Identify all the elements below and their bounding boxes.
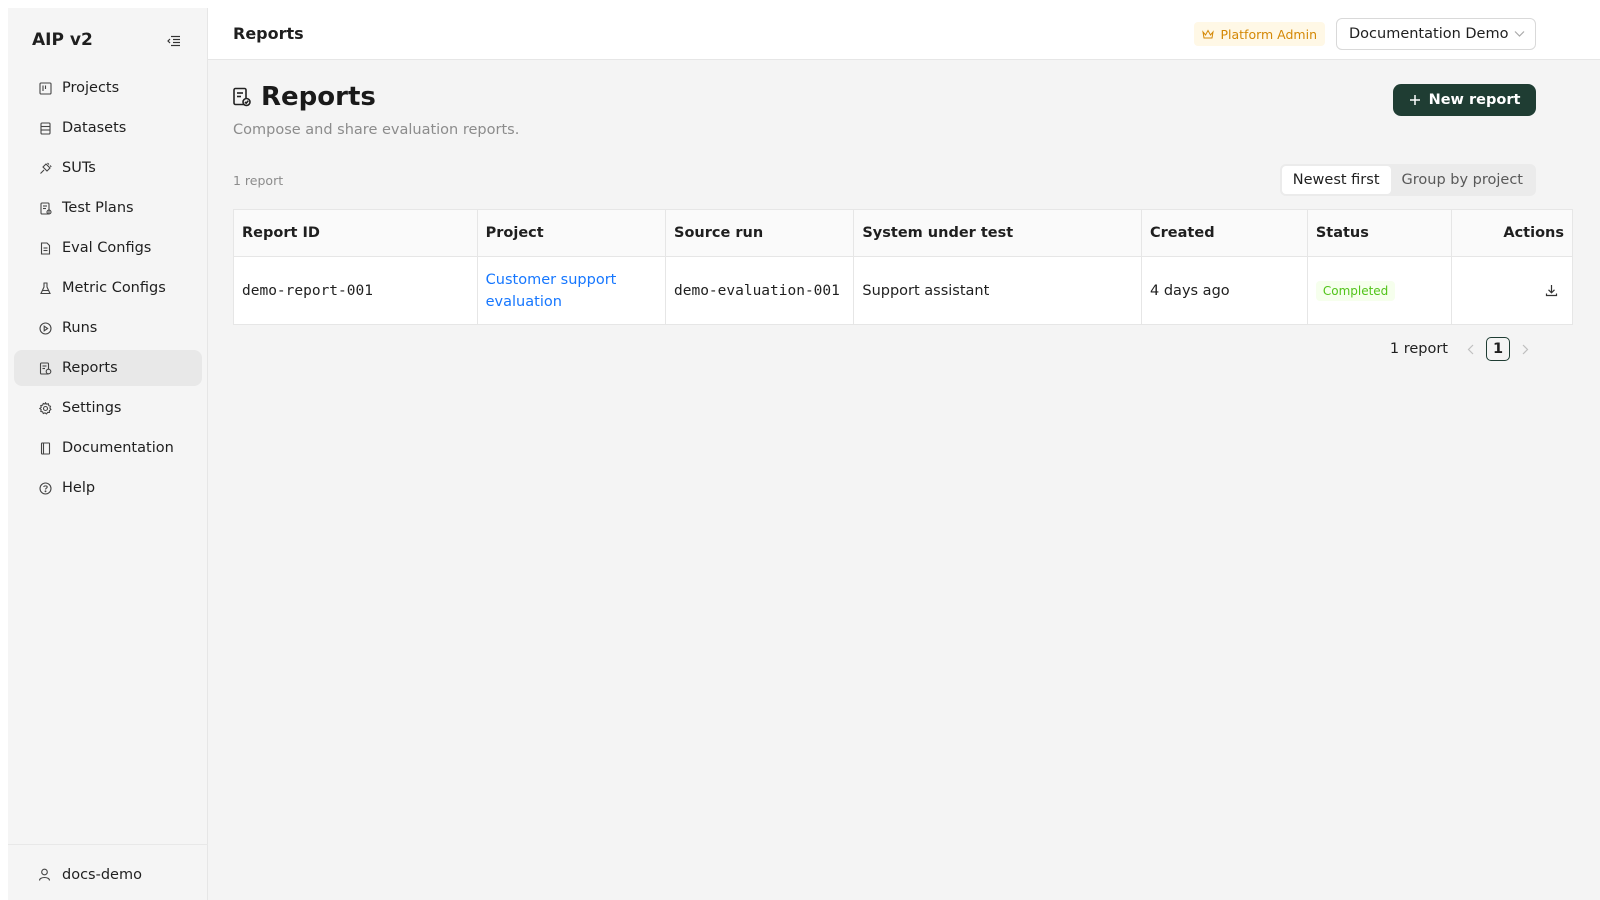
chevron-left-icon	[1467, 344, 1474, 354]
page-subtitle: Compose and share evaluation reports.	[233, 122, 520, 138]
sidebar-item-label: Settings	[62, 400, 122, 416]
sidebar-item-label: Reports	[62, 360, 118, 376]
sidebar-item-label: Eval Configs	[62, 240, 152, 256]
sidebar-item-label: Documentation	[62, 440, 174, 456]
sidebar-item-label: SUTs	[62, 160, 96, 176]
flask-icon	[38, 281, 52, 295]
column-header-created[interactable]: Created	[1141, 209, 1308, 257]
user-icon	[38, 868, 52, 882]
sidebar-item-runs[interactable]: Runs	[14, 310, 202, 346]
workspace-select-value: Documentation Demo	[1349, 26, 1509, 42]
next-page-button[interactable]	[1514, 344, 1536, 355]
sort-group-by-project[interactable]: Group by project	[1391, 166, 1534, 194]
status-badge: Completed	[1315, 280, 1396, 301]
sidebar-item-suts[interactable]: SUTs	[14, 150, 202, 186]
database-icon	[38, 121, 52, 135]
collapse-sidebar-button[interactable]	[163, 30, 185, 52]
crown-icon	[1202, 28, 1215, 40]
top-bar: Reports Platform Admin Documentation Dem…	[208, 8, 1600, 60]
role-badge-label: Platform Admin	[1220, 26, 1317, 42]
sidebar-item-label: Metric Configs	[62, 280, 166, 296]
sidebar: AIP v2 Projects Datasets SUTs Test Plans…	[8, 8, 208, 900]
app-name: AIP v2	[32, 30, 93, 50]
prev-page-button[interactable]	[1460, 344, 1482, 355]
sidebar-item-datasets[interactable]: Datasets	[14, 110, 202, 146]
column-header-actions: Actions	[1451, 209, 1573, 257]
sidebar-item-test-plans[interactable]: Test Plans	[14, 190, 202, 226]
new-report-button[interactable]: New report	[1393, 84, 1536, 116]
sidebar-item-metric-configs[interactable]: Metric Configs	[14, 270, 202, 306]
username: docs-demo	[62, 866, 142, 883]
table-header-row: Report ID Project Source run System unde…	[233, 209, 1573, 257]
cell-project: Customer support evaluation	[476, 256, 667, 325]
cell-sut: Support assistant	[853, 256, 1143, 325]
sidebar-nav: Projects Datasets SUTs Test Plans Eval C…	[14, 70, 202, 510]
pagination-total: 1 report	[1389, 341, 1448, 357]
project-board-icon	[38, 81, 52, 95]
reports-table: Report ID Project Source run System unde…	[233, 209, 1573, 325]
page-number-button[interactable]: 1	[1486, 337, 1510, 361]
column-header-source-run[interactable]: Source run	[664, 209, 855, 257]
main-content: Reports Compose and share evaluation rep…	[208, 60, 1600, 900]
file-config-icon	[38, 241, 52, 255]
header-title: Reports	[233, 24, 304, 43]
gear-icon	[38, 401, 52, 415]
download-button[interactable]	[1460, 284, 1564, 297]
plug-icon	[38, 161, 52, 175]
sidebar-item-settings[interactable]: Settings	[14, 390, 202, 426]
pagination: 1 report 1	[1390, 337, 1536, 361]
cell-actions	[1451, 256, 1573, 325]
report-icon	[38, 361, 52, 375]
sort-newest-first[interactable]: Newest first	[1281, 166, 1391, 194]
sidebar-item-help[interactable]: Help	[14, 470, 202, 506]
sidebar-item-label: Help	[62, 480, 96, 496]
sidebar-item-reports[interactable]: Reports	[14, 350, 202, 386]
chevron-down-icon	[1514, 28, 1525, 39]
page-heading: Reports	[233, 82, 376, 112]
cell-status: Completed	[1306, 256, 1453, 325]
sidebar-item-label: Datasets	[62, 120, 127, 136]
cell-source-run: demo-evaluation-001	[664, 256, 855, 325]
cell-created: 4 days ago	[1141, 256, 1308, 325]
sidebar-item-label: Runs	[62, 320, 98, 336]
play-circle-icon	[38, 321, 52, 335]
plus-icon	[1409, 94, 1421, 106]
column-header-system-under-test[interactable]: System under test	[853, 209, 1143, 257]
role-badge: Platform Admin	[1194, 22, 1325, 46]
report-count: 1 report	[233, 173, 284, 188]
test-plan-icon	[38, 201, 52, 215]
help-circle-icon	[38, 481, 52, 495]
cell-report-id: demo-report-001	[233, 256, 478, 325]
sidebar-item-documentation[interactable]: Documentation	[14, 430, 202, 466]
column-header-status[interactable]: Status	[1306, 209, 1453, 257]
table-row: demo-report-001 Customer support evaluat…	[233, 256, 1573, 325]
sidebar-item-projects[interactable]: Projects	[14, 70, 202, 106]
report-icon	[233, 86, 253, 108]
sort-toggle: Newest first Group by project	[1279, 164, 1536, 196]
project-link[interactable]: Customer support evaluation	[486, 272, 617, 310]
column-header-project[interactable]: Project	[476, 209, 667, 257]
sidebar-item-eval-configs[interactable]: Eval Configs	[14, 230, 202, 266]
chevron-right-icon	[1522, 344, 1529, 354]
user-menu[interactable]: docs-demo	[8, 844, 208, 900]
download-icon	[1545, 285, 1558, 297]
book-icon	[38, 441, 52, 455]
workspace-select[interactable]: Documentation Demo	[1336, 18, 1536, 50]
menu-collapse-icon	[167, 35, 180, 47]
column-header-report-id[interactable]: Report ID	[233, 209, 478, 257]
sidebar-item-label: Test Plans	[62, 200, 134, 216]
sidebar-item-label: Projects	[62, 80, 120, 96]
page-title: Reports	[261, 82, 376, 112]
new-report-button-label: New report	[1428, 92, 1521, 108]
